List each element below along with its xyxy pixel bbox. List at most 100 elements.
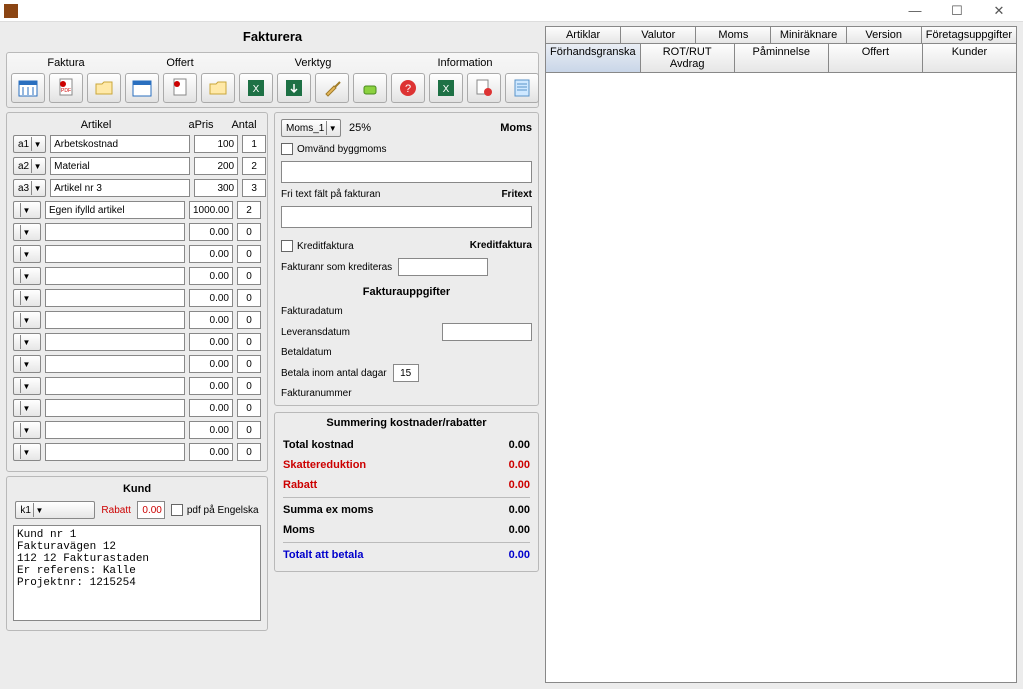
krediteras-input[interactable] [398,258,488,276]
article-price-input[interactable] [194,157,238,175]
article-qty-input[interactable] [242,135,266,153]
article-name-input[interactable] [45,223,185,241]
faktura-open-button[interactable] [87,73,121,103]
article-code-combo[interactable]: ▼ [13,421,41,439]
article-name-input[interactable] [45,333,185,351]
kreditfaktura-checkbox[interactable]: Kreditfaktura [281,240,354,252]
article-price-input[interactable] [189,311,233,329]
tab-p-minnelse[interactable]: Påminnelse [734,43,829,72]
article-code-combo[interactable]: ▼ [13,399,41,417]
article-qty-input[interactable] [237,267,261,285]
offert-open-button[interactable] [201,73,235,103]
clear-button[interactable] [315,73,349,103]
article-price-input[interactable] [189,201,233,219]
article-name-input[interactable] [45,245,185,263]
tab-kunder[interactable]: Kunder [922,43,1017,72]
faktura-calendar-button[interactable] [11,73,45,103]
article-qty-input[interactable] [237,201,261,219]
article-code-combo[interactable]: ▼ [13,377,41,395]
article-name-input[interactable] [50,135,190,153]
article-name-input[interactable] [45,311,185,329]
article-qty-input[interactable] [237,289,261,307]
article-code-combo[interactable]: ▼ [13,245,41,263]
tab-version[interactable]: Version [846,26,922,43]
article-code-combo[interactable]: ▼ [13,443,41,461]
article-price-input[interactable] [189,289,233,307]
kund-combo[interactable]: k1▼ [15,501,95,519]
article-price-input[interactable] [189,245,233,263]
article-price-input[interactable] [189,421,233,439]
article-name-input[interactable] [50,157,190,175]
article-price-input[interactable] [189,443,233,461]
article-name-input[interactable] [45,355,185,373]
article-code-combo[interactable]: ▼ [13,267,41,285]
excel-export-button[interactable]: X [239,73,273,103]
article-qty-input[interactable] [237,311,261,329]
moms-combo[interactable]: Moms_1▼ [281,119,341,137]
article-qty-input[interactable] [237,245,261,263]
article-name-input[interactable] [45,399,185,417]
fritext-input[interactable] [281,206,532,228]
article-qty-input[interactable] [242,179,266,197]
notes-button[interactable] [505,73,539,103]
offert-pdf-button[interactable] [163,73,197,103]
leveransdatum-input[interactable] [442,323,532,341]
article-name-input[interactable] [45,421,185,439]
help-button[interactable]: ? [391,73,425,103]
article-price-input[interactable] [189,399,233,417]
article-price-input[interactable] [189,355,233,373]
article-name-input[interactable] [45,267,185,285]
article-name-input[interactable] [45,289,185,307]
faktura-pdf-button[interactable]: PDF [49,73,83,103]
maximize-button[interactable]: ☐ [937,1,977,21]
tab-f-rhandsgranska[interactable]: Förhandsgranska [545,43,641,72]
tab-minir-knare[interactable]: Miniräknare [770,26,846,43]
article-code-combo[interactable]: ▼ [13,201,41,219]
excel-info-button[interactable]: X [429,73,463,103]
article-code-combo[interactable]: a2▼ [13,157,46,175]
article-qty-input[interactable] [237,399,261,417]
article-qty-input[interactable] [242,157,266,175]
article-qty-input[interactable] [237,443,261,461]
article-price-input[interactable] [189,223,233,241]
article-name-input[interactable] [50,179,190,197]
excel-import-button[interactable] [277,73,311,103]
article-name-input[interactable] [45,443,185,461]
article-qty-input[interactable] [237,421,261,439]
rabatt-input[interactable] [137,501,165,519]
article-qty-input[interactable] [237,333,261,351]
article-price-input[interactable] [189,333,233,351]
article-price-input[interactable] [194,135,238,153]
betala-dagar-input[interactable] [393,364,419,382]
article-qty-input[interactable] [237,223,261,241]
article-code-combo[interactable]: ▼ [13,333,41,351]
article-name-input[interactable] [45,201,185,219]
article-price-input[interactable] [194,179,238,197]
offert-calendar-button[interactable] [125,73,159,103]
report-button[interactable] [467,73,501,103]
article-code-combo[interactable]: a1▼ [13,135,46,153]
tab-f-retagsuppgifter[interactable]: Företagsuppgifter [921,26,1017,43]
close-button[interactable]: ✕ [979,1,1019,21]
tab-artiklar[interactable]: Artiklar [545,26,621,43]
article-code-combo[interactable]: ▼ [13,311,41,329]
article-qty-input[interactable] [237,377,261,395]
article-code-combo[interactable]: ▼ [13,223,41,241]
tab-moms[interactable]: Moms [695,26,771,43]
minimize-button[interactable]: — [895,1,935,21]
moms-text-input[interactable] [281,161,532,183]
kund-address-text[interactable] [13,525,261,621]
article-code-combo[interactable]: ▼ [13,289,41,307]
article-code-combo[interactable]: ▼ [13,355,41,373]
omvand-checkbox[interactable]: Omvänd byggmoms [281,143,532,155]
tab-offert[interactable]: Offert [828,43,923,72]
pdf-english-checkbox[interactable]: pdf på Engelska [171,504,259,516]
article-price-input[interactable] [189,377,233,395]
article-price-input[interactable] [189,267,233,285]
article-code-combo[interactable]: a3▼ [13,179,46,197]
erase-button[interactable] [353,73,387,103]
article-name-input[interactable] [45,377,185,395]
tab-valutor[interactable]: Valutor [620,26,696,43]
article-qty-input[interactable] [237,355,261,373]
tab-rot-rut-avdrag[interactable]: ROT/RUT Avdrag [640,43,735,72]
